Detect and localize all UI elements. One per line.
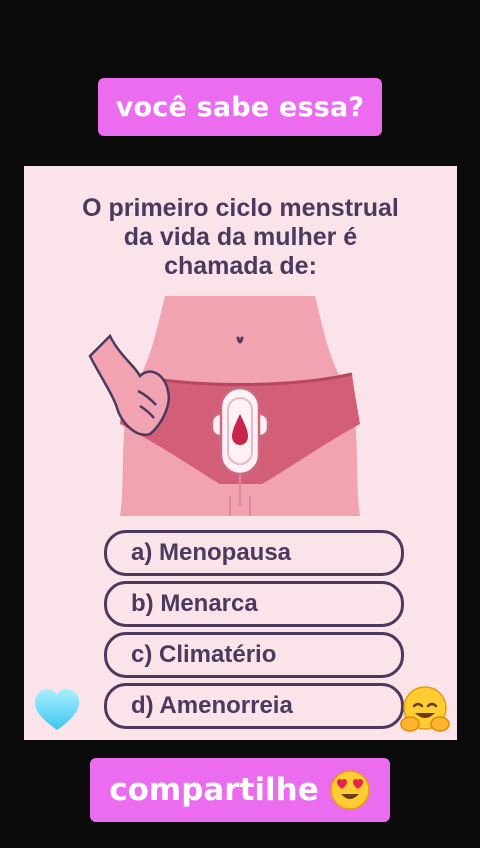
light-blue-heart-icon: [35, 689, 79, 730]
option-label: a) Menopausa: [131, 539, 292, 566]
option-label: b) Menarca: [131, 590, 258, 617]
question-line: O primeiro ciclo menstrual: [82, 194, 399, 222]
option-label: d) Amenorreia: [131, 692, 293, 719]
quiz-card: O primeiro ciclo menstrual da vida da mu…: [24, 166, 457, 740]
option-c[interactable]: c) Climatério: [104, 632, 404, 678]
question-line: chamada de:: [164, 252, 317, 280]
option-label: c) Climatério: [131, 641, 277, 668]
option-b[interactable]: b) Menarca: [104, 581, 404, 627]
heart-eyes-emoji-icon: [330, 770, 370, 810]
share-text: compartilhe: [109, 772, 319, 808]
option-d[interactable]: d) Amenorreia: [104, 683, 404, 729]
question-text: O primeiro ciclo menstrual da vida da mu…: [24, 194, 457, 281]
option-a[interactable]: a) Menopausa: [104, 530, 404, 576]
title-banner: você sabe essa?: [98, 78, 382, 136]
pelvis-pad-illustration: [88, 296, 360, 516]
question-line: da vida da mulher é: [123, 223, 358, 251]
share-banner[interactable]: compartilhe: [90, 758, 390, 822]
title-text: você sabe essa?: [115, 91, 365, 123]
hugging-face-emoji-icon: [400, 686, 450, 732]
